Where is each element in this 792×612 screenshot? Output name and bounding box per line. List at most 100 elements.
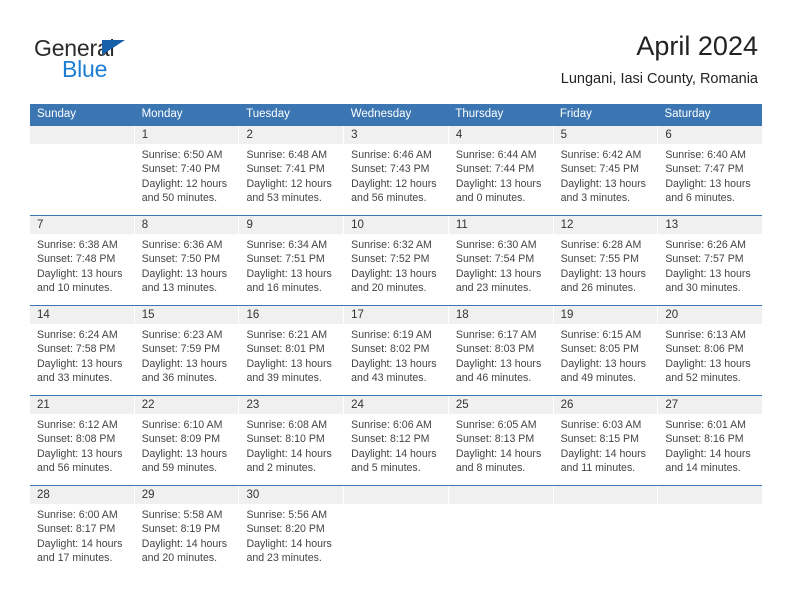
day-cell[interactable]	[658, 486, 763, 575]
day-details: Sunrise: 6:21 AM Sunset: 8:01 PM Dayligh…	[239, 324, 343, 385]
weekday-header-sunday: Sunday	[37, 108, 77, 120]
page-title: April 2024	[636, 31, 758, 61]
day-cell[interactable]: 2 Sunrise: 6:48 AM Sunset: 7:41 PM Dayli…	[239, 126, 345, 215]
day-cell[interactable]: 18 Sunrise: 6:17 AM Sunset: 8:03 PM Dayl…	[448, 306, 554, 395]
day-details: Sunrise: 6:10 AM Sunset: 8:09 PM Dayligh…	[135, 414, 239, 475]
sunrise-text: Sunrise: 6:00 AM	[37, 509, 118, 521]
sunrise-text: Sunrise: 6:19 AM	[351, 329, 432, 341]
sunrise-text: Sunrise: 6:24 AM	[37, 329, 118, 341]
sunset-text: Sunset: 7:51 PM	[246, 253, 325, 266]
day-cell[interactable]: 26 Sunrise: 6:03 AM Sunset: 8:15 PM Dayl…	[553, 396, 659, 485]
day-cell[interactable]: 29 Sunrise: 5:58 AM Sunset: 8:19 PM Dayl…	[134, 486, 240, 575]
week-row: 1 Sunrise: 6:50 AM Sunset: 7:40 PM Dayli…	[30, 125, 763, 215]
day-details: Sunrise: 6:08 AM Sunset: 8:10 PM Dayligh…	[239, 414, 343, 475]
day-details: Sunrise: 6:24 AM Sunset: 7:58 PM Dayligh…	[30, 324, 134, 385]
day-cell[interactable]: 5 Sunrise: 6:42 AM Sunset: 7:45 PM Dayli…	[553, 126, 659, 215]
day-cell[interactable]: 28 Sunrise: 6:00 AM Sunset: 8:17 PM Dayl…	[30, 486, 135, 575]
sunrise-text: Sunrise: 6:28 AM	[560, 239, 642, 251]
sunset-text: Sunset: 8:19 PM	[141, 523, 221, 536]
day-cell[interactable]	[344, 486, 449, 575]
day-cell[interactable]: 8 Sunrise: 6:36 AM Sunset: 7:50 PM Dayli…	[134, 216, 240, 305]
calendar-grid: Sunday Monday Tuesday Wednesday Thursday…	[30, 104, 763, 575]
day-cell[interactable]	[553, 486, 659, 575]
week-row: 14 Sunrise: 6:24 AM Sunset: 7:58 PM Dayl…	[30, 305, 763, 395]
day-cell[interactable]: 1 Sunrise: 6:50 AM Sunset: 7:40 PM Dayli…	[134, 126, 240, 215]
daylight-line1: Daylight: 12 hours	[246, 177, 332, 190]
sunset-text: Sunset: 7:57 PM	[665, 253, 744, 266]
day-number: 1	[134, 126, 239, 144]
day-cell[interactable]: 19 Sunrise: 6:15 AM Sunset: 8:05 PM Dayl…	[553, 306, 659, 395]
day-number: 6	[658, 126, 763, 144]
day-cell[interactable]: 16 Sunrise: 6:21 AM Sunset: 8:01 PM Dayl…	[239, 306, 345, 395]
day-cell[interactable]: 12 Sunrise: 6:28 AM Sunset: 7:55 PM Dayl…	[553, 216, 659, 305]
daylight-line1: Daylight: 14 hours	[665, 447, 751, 460]
logo-triangle-icon	[102, 40, 125, 55]
daylight-line2: and 13 minutes.	[141, 281, 218, 294]
sunrise-text: Sunrise: 6:03 AM	[560, 419, 642, 431]
sunrise-text: Sunrise: 6:21 AM	[246, 329, 328, 341]
day-cell[interactable]: 27 Sunrise: 6:01 AM Sunset: 8:16 PM Dayl…	[658, 396, 763, 485]
day-number: 25	[448, 396, 553, 414]
day-cell[interactable]: 21 Sunrise: 6:12 AM Sunset: 8:08 PM Dayl…	[30, 396, 135, 485]
day-cell[interactable]: 24 Sunrise: 6:06 AM Sunset: 8:12 PM Dayl…	[344, 396, 449, 485]
sunrise-text: Sunrise: 6:40 AM	[665, 149, 746, 161]
sunrise-text: Sunrise: 6:06 AM	[351, 419, 432, 431]
sunrise-text: Sunrise: 6:34 AM	[246, 239, 328, 251]
day-number: 7	[30, 216, 134, 234]
day-cell[interactable]: 20 Sunrise: 6:13 AM Sunset: 8:06 PM Dayl…	[658, 306, 763, 395]
day-cell[interactable]: 10 Sunrise: 6:32 AM Sunset: 7:52 PM Dayl…	[344, 216, 449, 305]
sunrise-text: Sunrise: 6:46 AM	[351, 149, 432, 161]
daylight-line2: and 8 minutes.	[455, 461, 526, 474]
day-details: Sunrise: 6:06 AM Sunset: 8:12 PM Dayligh…	[344, 414, 448, 475]
day-cell[interactable]: 23 Sunrise: 6:08 AM Sunset: 8:10 PM Dayl…	[239, 396, 345, 485]
daylight-line2: and 46 minutes.	[455, 371, 532, 384]
sunset-text: Sunset: 8:09 PM	[141, 433, 221, 446]
day-cell[interactable]: 14 Sunrise: 6:24 AM Sunset: 7:58 PM Dayl…	[30, 306, 135, 395]
daylight-line2: and 36 minutes.	[141, 371, 218, 384]
daylight-line1: Daylight: 13 hours	[141, 267, 228, 280]
sunrise-text: Sunrise: 6:30 AM	[455, 239, 537, 251]
day-number: 15	[134, 306, 239, 324]
day-number: 17	[344, 306, 448, 324]
day-cell[interactable]: 9 Sunrise: 6:34 AM Sunset: 7:51 PM Dayli…	[239, 216, 345, 305]
day-number	[553, 486, 658, 504]
sunrise-text: Sunrise: 6:05 AM	[455, 419, 537, 431]
day-cell[interactable]: 22 Sunrise: 6:10 AM Sunset: 8:09 PM Dayl…	[134, 396, 240, 485]
day-number: 11	[448, 216, 553, 234]
daylight-line2: and 0 minutes.	[455, 191, 526, 204]
day-number	[448, 486, 553, 504]
daylight-line1: Daylight: 14 hours	[455, 447, 542, 460]
day-cell[interactable]: 11 Sunrise: 6:30 AM Sunset: 7:54 PM Dayl…	[448, 216, 554, 305]
day-number: 26	[553, 396, 658, 414]
daylight-line2: and 23 minutes.	[246, 551, 322, 564]
daylight-line2: and 49 minutes.	[560, 371, 636, 384]
daylight-line1: Daylight: 13 hours	[246, 357, 332, 370]
day-cell[interactable]: 6 Sunrise: 6:40 AM Sunset: 7:47 PM Dayli…	[658, 126, 763, 215]
day-cell[interactable]: 13 Sunrise: 6:26 AM Sunset: 7:57 PM Dayl…	[658, 216, 763, 305]
day-details: Sunrise: 6:03 AM Sunset: 8:15 PM Dayligh…	[554, 414, 658, 475]
day-number: 16	[239, 306, 344, 324]
daylight-line2: and 50 minutes.	[141, 191, 218, 204]
day-cell[interactable]	[448, 486, 554, 575]
day-cell[interactable]: 25 Sunrise: 6:05 AM Sunset: 8:13 PM Dayl…	[448, 396, 554, 485]
sunrise-text: Sunrise: 6:26 AM	[665, 239, 746, 251]
day-cell[interactable]: 7 Sunrise: 6:38 AM Sunset: 7:48 PM Dayli…	[30, 216, 135, 305]
logo-text-blue: Blue	[62, 56, 108, 82]
day-cell[interactable]: 30 Sunrise: 5:56 AM Sunset: 8:20 PM Dayl…	[239, 486, 345, 575]
day-cell[interactable]: 4 Sunrise: 6:44 AM Sunset: 7:44 PM Dayli…	[448, 126, 554, 215]
day-cell[interactable]	[30, 126, 135, 215]
daylight-line1: Daylight: 14 hours	[246, 537, 332, 550]
daylight-line1: Daylight: 14 hours	[141, 537, 228, 550]
page-subtitle: Lungani, Iasi County, Romania	[560, 71, 758, 87]
daylight-line2: and 2 minutes.	[246, 461, 316, 474]
day-cell[interactable]: 17 Sunrise: 6:19 AM Sunset: 8:02 PM Dayl…	[344, 306, 449, 395]
daylight-line1: Daylight: 13 hours	[351, 267, 437, 280]
day-cell[interactable]: 15 Sunrise: 6:23 AM Sunset: 7:59 PM Dayl…	[134, 306, 240, 395]
sunset-text: Sunset: 8:02 PM	[351, 343, 430, 356]
sunrise-text: Sunrise: 5:56 AM	[246, 509, 328, 521]
daylight-line1: Daylight: 13 hours	[665, 267, 751, 280]
daylight-line1: Daylight: 13 hours	[351, 357, 437, 370]
sunrise-text: Sunrise: 6:50 AM	[141, 149, 223, 161]
day-cell[interactable]: 3 Sunrise: 6:46 AM Sunset: 7:43 PM Dayli…	[344, 126, 449, 215]
daylight-line1: Daylight: 13 hours	[37, 357, 123, 370]
